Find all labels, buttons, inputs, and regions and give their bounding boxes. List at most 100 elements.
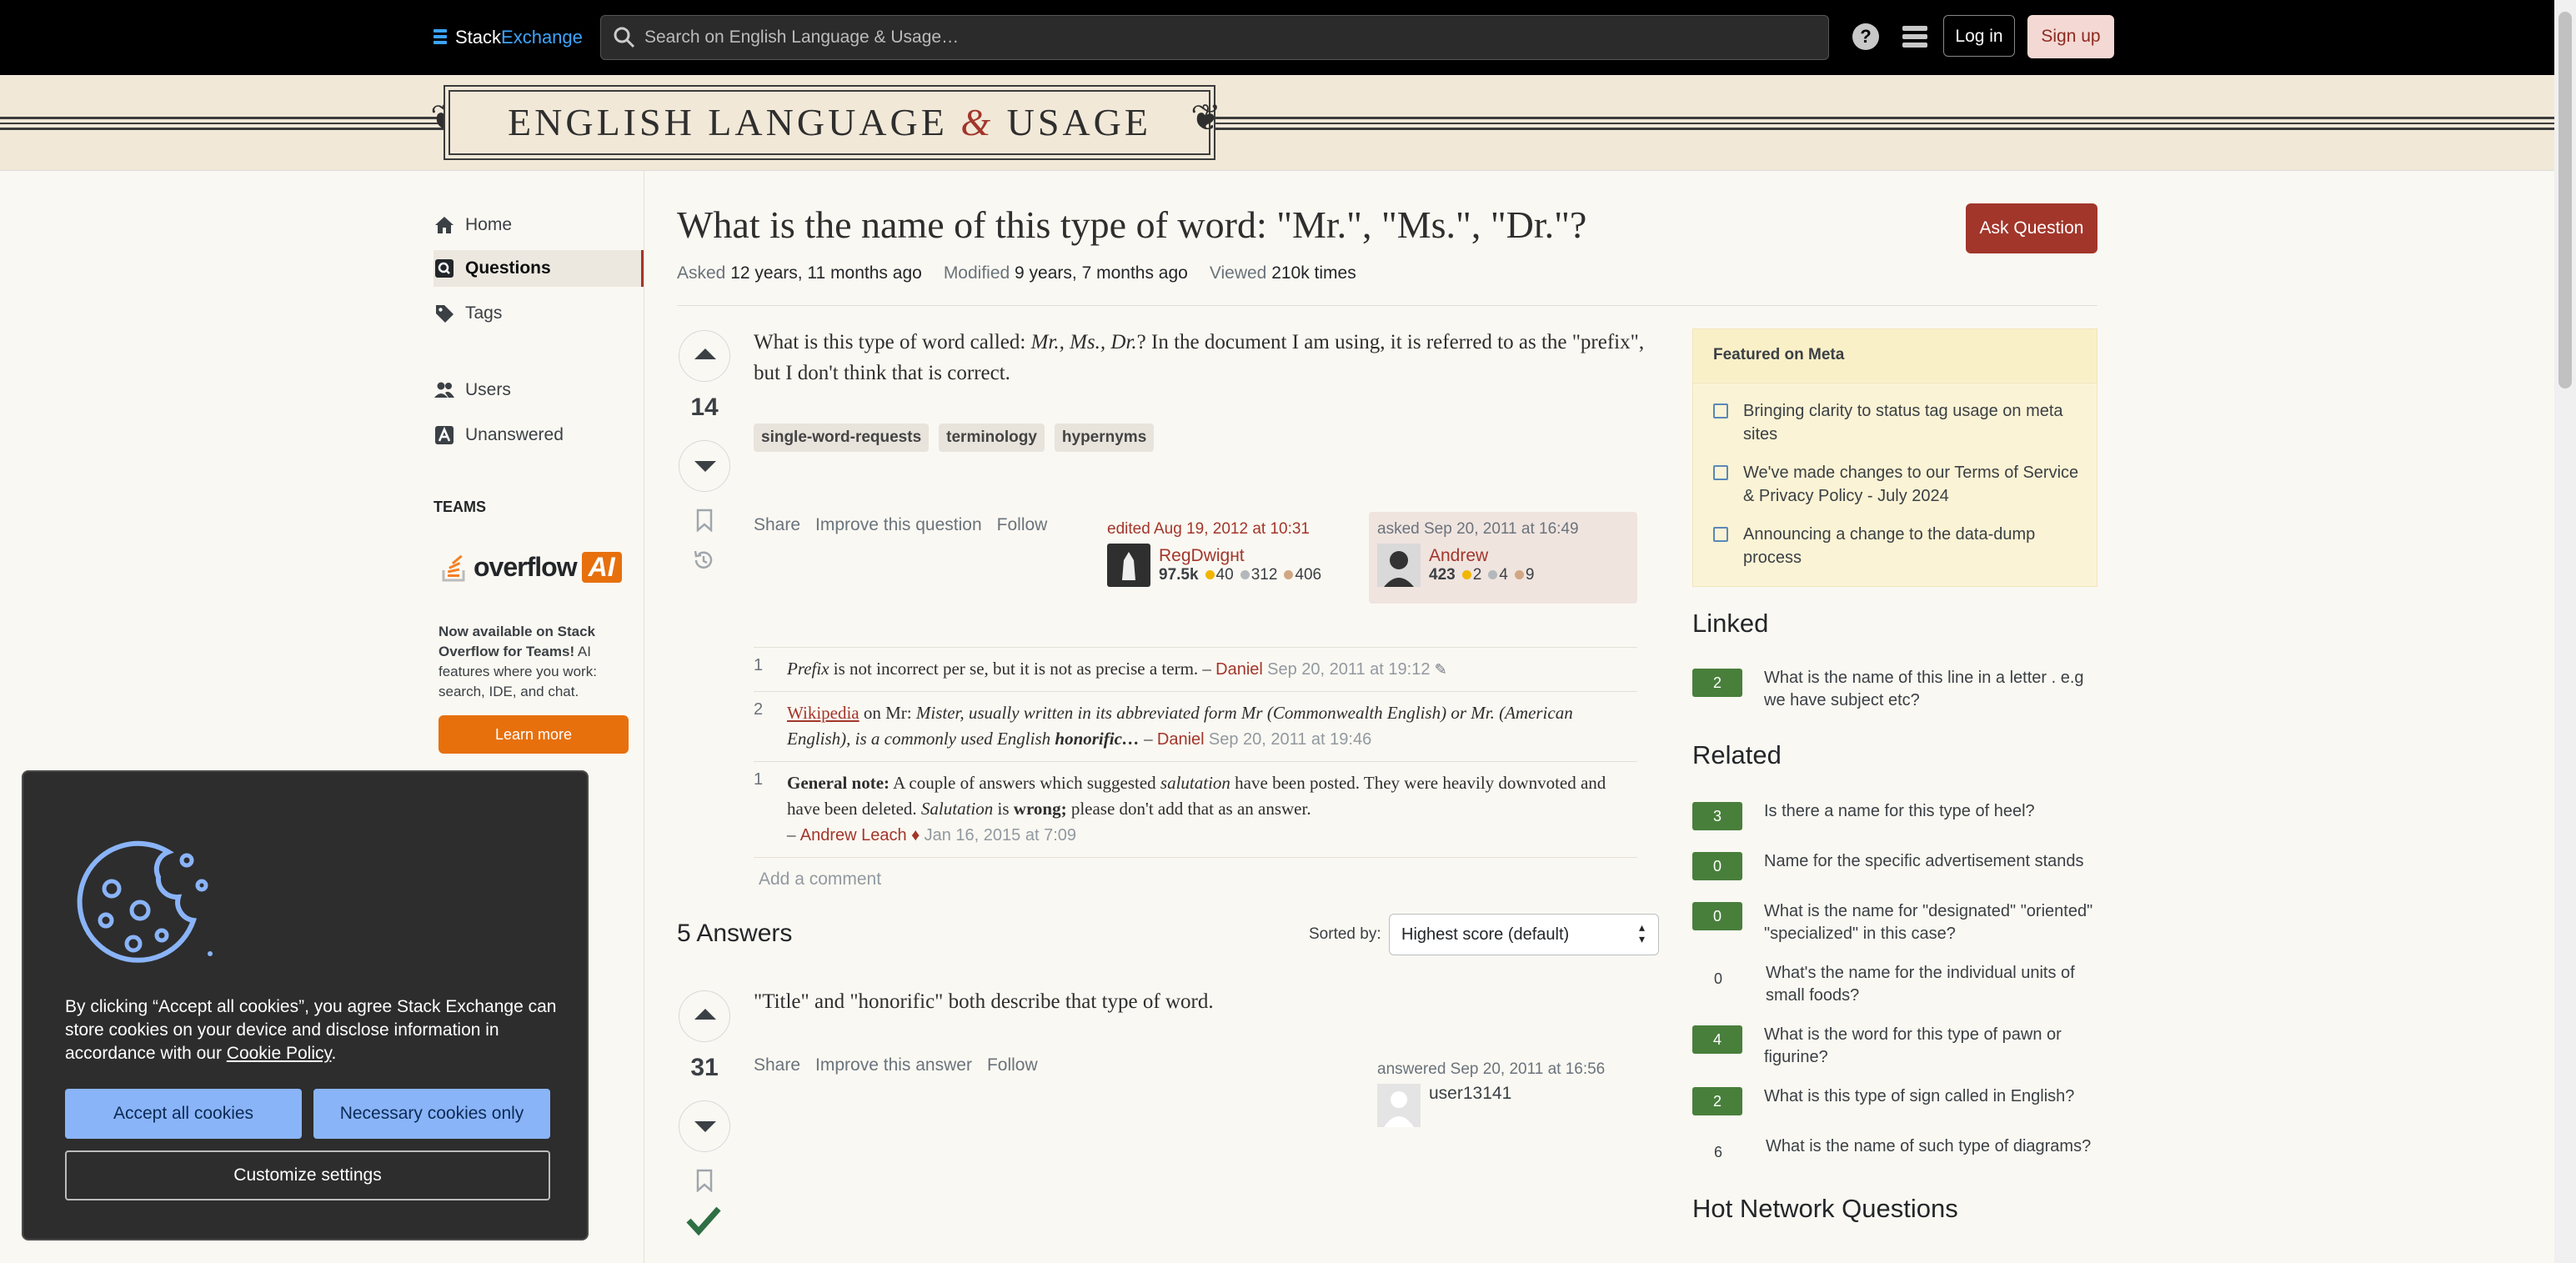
answered-timestamp[interactable]: answered Sep 20, 2011 at 16:56 — [1377, 1060, 1605, 1079]
question-vote-count: 14 — [690, 393, 719, 421]
nav-item-unanswered[interactable]: Unanswered — [434, 417, 644, 454]
nav-item-questions[interactable]: Questions — [434, 250, 644, 287]
related-score: 0 — [1692, 852, 1742, 880]
improve-answer-link[interactable]: Improve this answer — [815, 1055, 972, 1075]
related-score: 3 — [1692, 802, 1742, 830]
search-input[interactable] — [643, 16, 1813, 59]
answerer-name[interactable]: user13141 — [1429, 1084, 1511, 1104]
page-scrollbar[interactable] — [2554, 0, 2576, 1263]
comment-user[interactable]: Andrew Leach ♦ — [800, 826, 920, 845]
improve-question-link[interactable]: Improve this question — [815, 515, 982, 535]
add-comment-link[interactable]: Add a comment — [754, 857, 1637, 890]
comment-date[interactable]: Sep 20, 2011 at 19:46 — [1209, 730, 1371, 749]
editor-name[interactable]: RegDwigнt — [1159, 546, 1321, 566]
necessary-cookies-button[interactable]: Necessary cookies only — [313, 1089, 550, 1139]
site-title[interactable]: ENGLISH LANGUAGE & USAGE — [449, 90, 1210, 155]
comment-user[interactable]: Daniel — [1157, 730, 1205, 749]
featured-item-text: Bringing clarity to status tag usage on … — [1743, 402, 2063, 444]
meta-modified-value[interactable]: 9 years, 7 months ago — [1015, 263, 1188, 283]
related-item[interactable]: 6 What is the name of such type of diagra… — [1692, 1135, 2097, 1167]
avatar[interactable] — [1377, 544, 1421, 587]
editor-rep-score: 97.5k — [1159, 566, 1199, 584]
tag-hypernyms[interactable]: hypernyms — [1054, 424, 1155, 452]
site-switcher-icon[interactable] — [1902, 26, 1927, 48]
featured-item[interactable]: Bringing clarity to status tag usage on … — [1713, 399, 2080, 446]
asked-timestamp[interactable]: asked Sep 20, 2011 at 16:49 — [1377, 520, 1629, 539]
asker-signature: asked Sep 20, 2011 at 16:49 Andrew 423 2 4… — [1369, 512, 1637, 604]
bookmark-icon[interactable] — [695, 509, 714, 532]
question-downvote-button[interactable] — [679, 440, 730, 492]
share-link[interactable]: Share — [754, 1055, 800, 1075]
asker-gold-count: 2 — [1472, 566, 1482, 584]
wikipedia-link[interactable]: Wikipedia — [787, 703, 860, 723]
nav-item-tags[interactable]: Tags — [434, 295, 644, 332]
related-score: 0 — [1692, 902, 1742, 930]
share-link[interactable]: Share — [754, 515, 800, 535]
editor-silver-count: 312 — [1250, 566, 1278, 584]
answer-post-menu: Share Improve this answer Follow — [754, 1055, 1038, 1075]
top-bar: StackExchange ? Log in Sign up — [0, 0, 2554, 75]
home-icon — [435, 217, 454, 233]
question-title[interactable]: What is the name of this type of word: "… — [677, 200, 1927, 250]
bookmark-icon[interactable] — [695, 1169, 714, 1192]
avatar[interactable] — [1377, 1084, 1421, 1127]
follow-link[interactable]: Follow — [997, 515, 1048, 535]
edited-timestamp[interactable]: edited Aug 19, 2012 at 10:31 — [1107, 520, 1321, 539]
editor-signature: edited Aug 19, 2012 at 10:31 RegDwigнt 9… — [1107, 520, 1321, 587]
learn-more-button[interactable]: Learn more — [439, 715, 629, 754]
signup-button[interactable]: Sign up — [2027, 15, 2114, 58]
login-button[interactable]: Log in — [1943, 15, 2015, 57]
answer-downvote-button[interactable] — [679, 1100, 730, 1152]
tag-terminology[interactable]: terminology — [939, 424, 1045, 452]
silver-badge-icon — [1240, 570, 1250, 579]
accept-all-cookies-button[interactable]: Accept all cookies — [65, 1089, 302, 1139]
related-item[interactable]: 0 What's the name for the individual unit… — [1692, 962, 2097, 1007]
comment-date[interactable]: Sep 20, 2011 at 19:12 — [1267, 660, 1430, 679]
pencil-icon[interactable]: ✎ — [1435, 661, 1447, 679]
avatar[interactable] — [1107, 544, 1150, 587]
related-item[interactable]: 4 What is the word for this type of pawn … — [1692, 1024, 2097, 1069]
comment-date[interactable]: Jan 16, 2015 at 7:09 — [925, 826, 1076, 845]
header-rules — [0, 117, 2554, 130]
meta-viewed: Viewed 210k times — [1210, 263, 1356, 283]
related-score: 2 — [1692, 1087, 1742, 1115]
search-box[interactable] — [600, 15, 1829, 60]
asker-name[interactable]: Andrew — [1429, 546, 1534, 566]
cookie-consent-banner: By clicking “Accept all cookies”, you ag… — [22, 770, 589, 1240]
related-item[interactable]: 0 What is the name for "designated" "orie… — [1692, 900, 2097, 945]
comment-user[interactable]: Daniel — [1215, 660, 1263, 679]
question-upvote-button[interactable] — [679, 330, 730, 382]
featured-item[interactable]: We've made changes to our Terms of Servi… — [1713, 461, 2080, 508]
history-icon[interactable] — [692, 549, 715, 572]
featured-item[interactable]: Announcing a change to the data-dump pro… — [1713, 523, 2080, 569]
linked-item[interactable]: 2 What is the name of this line in a lett… — [1692, 667, 2097, 712]
comment-em: Prefix — [787, 659, 829, 679]
cookie-text-end: . — [331, 1044, 337, 1063]
follow-link[interactable]: Follow — [987, 1055, 1038, 1075]
search-icon — [614, 27, 635, 48]
tag-single-word-requests[interactable]: single-word-requests — [754, 424, 930, 452]
answer-upvote-button[interactable] — [679, 990, 730, 1042]
related-item[interactable]: 3 Is there a name for this type of heel? — [1692, 800, 2097, 830]
customize-settings-button[interactable]: Customize settings — [65, 1150, 550, 1200]
asker-avatar-icon — [1377, 544, 1421, 587]
cookie-policy-link[interactable]: Cookie Policy — [227, 1044, 332, 1063]
related-title: Is there a name for this type of heel? — [1764, 802, 2035, 820]
related-item[interactable]: 2 What is this type of sign called in Eng… — [1692, 1085, 2097, 1115]
sort-select[interactable]: Highest score (default) — [1389, 914, 1659, 955]
meta-viewed-value: 210k times — [1271, 263, 1356, 283]
help-icon[interactable]: ? — [1852, 23, 1879, 50]
nav-item-users[interactable]: Users — [434, 372, 644, 408]
tag-icon — [436, 305, 454, 323]
overflow-ai-brand: overflow — [474, 551, 578, 582]
scrollbar-thumb[interactable] — [2558, 12, 2572, 388]
meta-viewed-label: Viewed — [1209, 263, 1267, 283]
ask-question-button[interactable]: Ask Question — [1966, 203, 2097, 253]
related-item[interactable]: 0 Name for the specific advertisement sta… — [1692, 850, 2097, 880]
nav-item-home[interactable]: Home — [434, 207, 644, 243]
stack-exchange-logo[interactable]: StackExchange — [434, 22, 583, 53]
question-comments: 1 Prefix is not incorrect per se, but it… — [754, 647, 1637, 890]
teams-promo-bold: Now available on Stack Overflow for Team… — [439, 624, 596, 659]
editor-gold-count: 40 — [1215, 566, 1234, 584]
answers-heading: 5 Answers — [677, 920, 793, 947]
